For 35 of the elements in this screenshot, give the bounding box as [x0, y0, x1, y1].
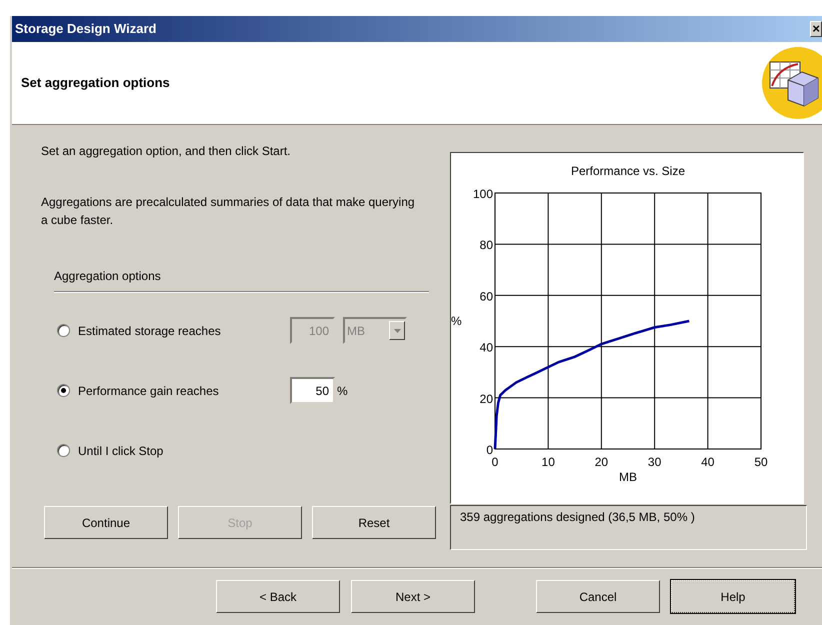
option-label: Estimated storage reaches: [78, 322, 222, 340]
option-label: Performance gain reaches: [78, 382, 220, 400]
x-tick-label: 50: [754, 455, 768, 469]
chart-title: Performance vs. Size: [570, 164, 686, 178]
wizard-button[interactable]: Next >: [351, 580, 475, 613]
radio-button[interactable]: [57, 384, 70, 397]
x-tick-label: 20: [594, 455, 608, 469]
description-text: Aggregations are precalculated summaries of data that make querying a cube faster.: [41, 194, 416, 229]
wizard-button[interactable]: < Back: [216, 580, 340, 613]
x-axis-label: MB: [619, 470, 637, 484]
y-tick-label: 100: [472, 187, 493, 201]
unit-label: %: [337, 382, 348, 400]
action-button[interactable]: Reset: [312, 506, 436, 539]
y-tick-label: 80: [480, 238, 493, 252]
wizard-button[interactable]: Cancel: [536, 580, 660, 613]
group-title: Aggregation options: [54, 268, 162, 285]
x-tick-label: 0: [492, 455, 498, 469]
page-title: Set aggregation options: [21, 74, 170, 92]
option-label: Until I click Stop: [78, 442, 164, 460]
instruction-text: Set an aggregation option, and then click Start.: [41, 143, 292, 160]
radio-button[interactable]: [57, 444, 70, 457]
y-tick-label: 60: [480, 289, 493, 304]
window-title: Storage Design Wizard: [15, 20, 156, 38]
x-tick-label: 30: [648, 455, 662, 469]
y-tick-label: 0: [486, 443, 493, 457]
x-tick-label: 10: [542, 455, 555, 469]
y-axis-label: %: [451, 314, 462, 328]
y-tick-label: 20: [480, 392, 493, 406]
number-field[interactable]: 50: [290, 377, 335, 404]
y-tick-label: 40: [480, 340, 493, 355]
action-button[interactable]: Continue: [44, 506, 168, 539]
close-button[interactable]: ×: [810, 21, 822, 37]
status-text: 359 aggregations designed (36,5 MB, 50% ): [460, 510, 695, 524]
x-tick-label: 40: [701, 455, 714, 469]
wizard-button[interactable]: Help: [671, 580, 795, 613]
